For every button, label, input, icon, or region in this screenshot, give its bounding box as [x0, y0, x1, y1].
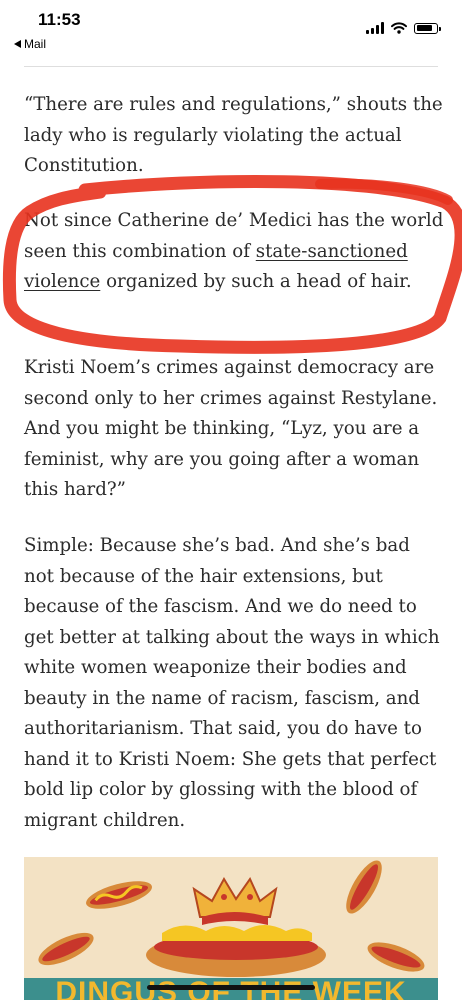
dingus-of-the-week-banner-image: DINGUS OF THE WEEK — [24, 857, 438, 1000]
system-icons — [366, 20, 441, 36]
paragraph-highlighted-text-after: organized by such a head of hair. — [100, 271, 412, 292]
wifi-icon — [391, 22, 407, 34]
divider — [24, 66, 438, 67]
battery-icon — [414, 22, 441, 34]
paragraph-rules: “There are rules and regulations,” shout… — [24, 94, 443, 176]
back-to-mail-button[interactable]: Mail — [14, 37, 46, 51]
cellular-signal-icon — [366, 22, 384, 34]
back-arrow-icon — [14, 40, 21, 48]
paragraph-simple: Simple: Because she’s bad. And she’s bad… — [24, 535, 440, 831]
back-label: Mail — [24, 37, 47, 51]
paragraph-restylane: Kristi Noem’s crimes against democracy a… — [24, 357, 438, 500]
home-indicator[interactable] — [147, 985, 315, 990]
status-bar: 11:53 Mail — [0, 0, 462, 60]
paragraph-highlighted: Not since Catherine de’ Medici has the w… — [24, 206, 444, 298]
clock: 11:53 — [38, 10, 81, 29]
